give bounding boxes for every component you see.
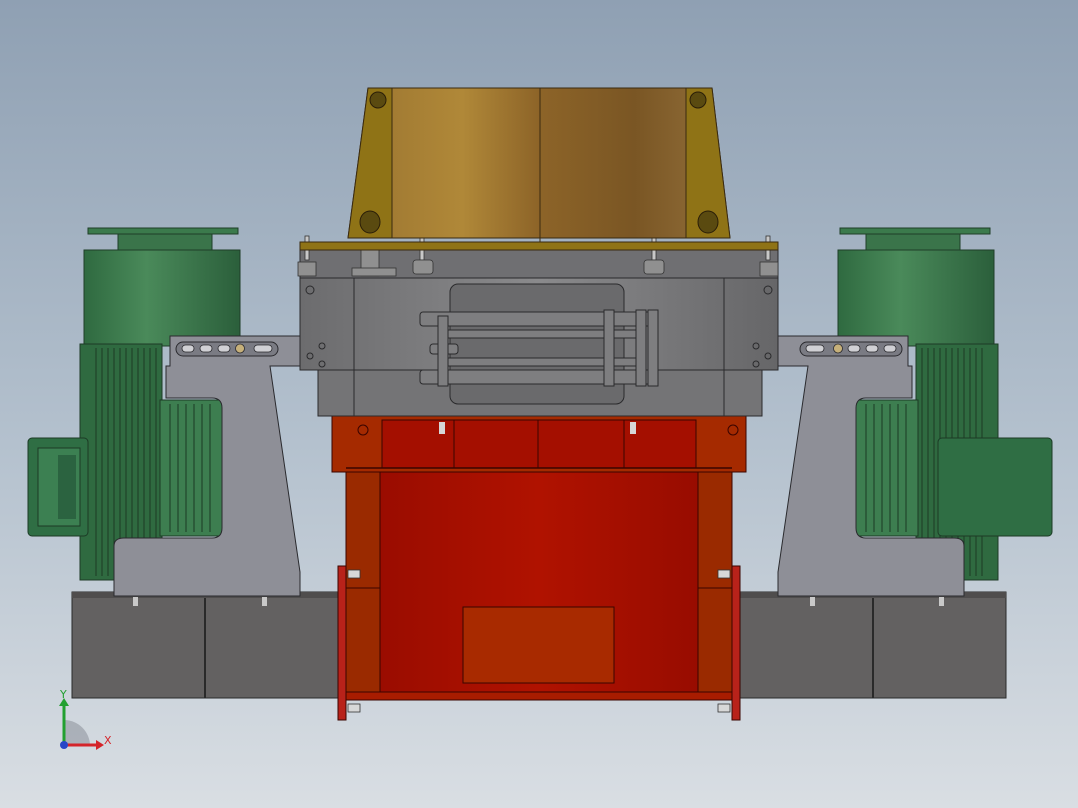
crusher-lower-body	[337, 471, 741, 721]
x-axis-arrowhead	[96, 740, 104, 750]
crusher-main-housing	[297, 235, 779, 417]
motor-left	[27, 227, 241, 581]
z-axis-origin	[60, 741, 68, 749]
feed-hopper	[299, 87, 779, 251]
base-skid-right	[737, 591, 1007, 699]
crusher-frame-band	[331, 415, 747, 473]
cad-viewport[interactable]: X Y	[0, 0, 1078, 808]
vertical-shaft-impact-crusher-model: X Y	[27, 87, 1053, 750]
y-axis-label: Y	[59, 688, 67, 701]
motor-right	[837, 227, 1053, 581]
x-axis-label: X	[104, 734, 112, 747]
base-skid-left	[71, 591, 341, 699]
